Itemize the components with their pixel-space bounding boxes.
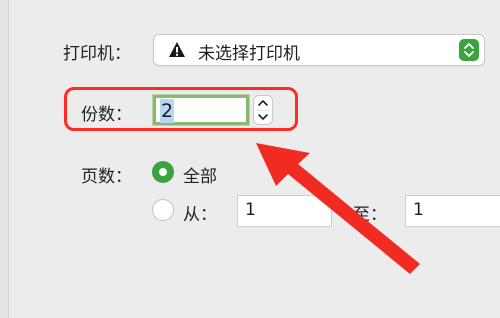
annotation-arrow-icon	[256, 143, 420, 274]
